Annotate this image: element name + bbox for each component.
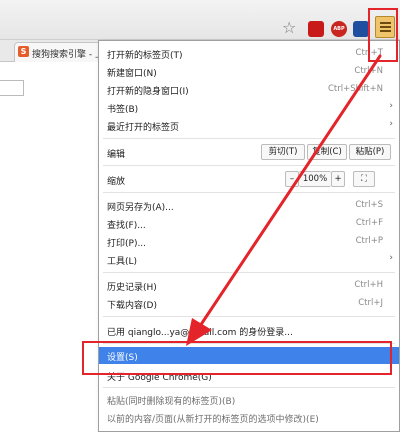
annotation-arrow-icon [186, 54, 382, 346]
